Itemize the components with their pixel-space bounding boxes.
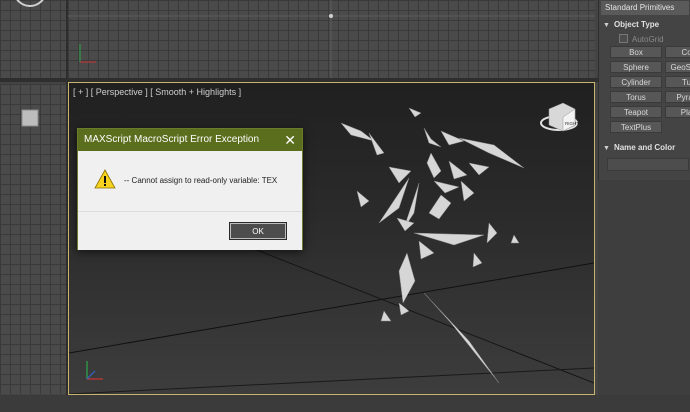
geosphere-button[interactable]: GeoSphere <box>665 61 690 73</box>
collapse-triangle-icon: ▼ <box>603 145 610 152</box>
command-panel-empty-area <box>598 180 690 395</box>
tube-button[interactable]: Tube <box>665 76 690 88</box>
axis-tripod-icon <box>86 361 103 380</box>
viewport-label-menu[interactable]: [ + ] [ Perspective ] [ Smooth + Highlig… <box>73 87 241 97</box>
object-type-header: Object Type <box>613 20 660 29</box>
viewport-left[interactable] <box>0 84 66 394</box>
status-bar <box>0 395 690 412</box>
autogrid-checkbox[interactable]: AutoGrid <box>619 34 664 44</box>
error-message: -- Cannot assign to read-only variable: … <box>124 176 278 185</box>
viewcube[interactable]: RIGHT <box>540 102 579 132</box>
viewport-top-left[interactable] <box>0 0 66 78</box>
object-name-field[interactable] <box>607 158 689 171</box>
viewcube-face-label: RIGHT <box>565 121 579 126</box>
cone-button[interactable]: Cone <box>665 46 690 58</box>
warning-icon <box>94 169 116 189</box>
box-button[interactable]: Box <box>610 46 662 58</box>
teapot-button[interactable]: Teapot <box>610 106 662 118</box>
shattered-model[interactable] <box>340 107 525 384</box>
dialog-title: MAXScript MacroScript Error Exception <box>84 134 260 145</box>
dialog-footer: OK <box>78 211 302 250</box>
collapse-triangle-icon: ▼ <box>603 22 610 29</box>
torus-button[interactable]: Torus <box>610 91 662 103</box>
dialog-titlebar[interactable]: MAXScript MacroScript Error Exception ✕ <box>78 129 302 151</box>
close-button[interactable]: ✕ <box>284 131 296 149</box>
sphere-button[interactable]: Sphere <box>610 61 662 73</box>
error-dialog: MAXScript MacroScript Error Exception ✕ … <box>77 128 303 250</box>
primitive-category-dropdown[interactable]: Standard Primitives <box>601 1 689 15</box>
object-type-rollout[interactable]: ▼ Object Type <box>603 20 659 29</box>
checkbox-icon <box>619 34 628 43</box>
textplus-button[interactable]: TextPlus <box>610 121 662 133</box>
viewport-top[interactable] <box>68 0 595 78</box>
cylinder-button[interactable]: Cylinder <box>610 76 662 88</box>
plane-button[interactable]: Plane <box>665 106 690 118</box>
autogrid-label: AutoGrid <box>632 35 664 44</box>
name-and-color-rollout[interactable]: ▼ Name and Color <box>603 143 675 152</box>
name-and-color-header: Name and Color <box>613 143 676 152</box>
command-panel: Standard Primitives ▼ Object Type AutoGri… <box>598 0 690 180</box>
ok-button[interactable]: OK <box>229 222 287 240</box>
pyramid-button[interactable]: Pyramid <box>665 91 690 103</box>
dialog-content: -- Cannot assign to read-only variable: … <box>78 151 302 211</box>
